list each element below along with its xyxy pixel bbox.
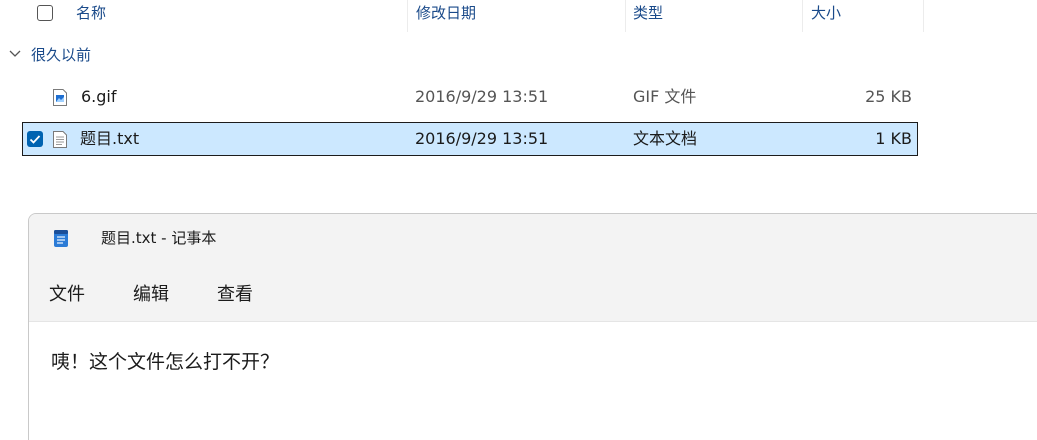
file-size: 1 KB — [875, 129, 912, 148]
file-modified-date: 2016/9/29 13:51 — [415, 87, 549, 106]
window-title: 题目.txt - 记事本 — [101, 229, 217, 247]
menu-edit[interactable]: 编辑 — [133, 276, 169, 314]
image-file-icon — [53, 89, 67, 106]
file-name: 6.gif — [81, 87, 117, 106]
file-type: GIF 文件 — [633, 87, 697, 106]
file-row[interactable]: 6.gif 2016/9/29 13:51 GIF 文件 25 KB — [22, 81, 918, 115]
file-row-selected[interactable]: 题目.txt 2016/9/29 13:51 文本文档 1 KB — [22, 122, 918, 156]
column-header-row: 名称 修改日期 类型 大小 — [0, 0, 925, 32]
column-header-type[interactable]: 类型 — [633, 0, 663, 32]
text-file-icon — [53, 131, 67, 148]
column-header-name[interactable]: 名称 — [76, 0, 106, 32]
chevron-down-icon[interactable] — [7, 46, 23, 62]
menu-view[interactable]: 查看 — [217, 276, 253, 314]
column-header-modified[interactable]: 修改日期 — [416, 0, 476, 32]
column-header-size[interactable]: 大小 — [811, 0, 841, 32]
notepad-app-icon — [54, 230, 68, 247]
menu-bar: 文件 编辑 查看 — [29, 276, 1037, 320]
row-checkbox[interactable] — [27, 131, 43, 147]
file-size: 25 KB — [865, 87, 912, 106]
column-divider[interactable] — [625, 0, 626, 32]
text-editor[interactable]: 咦！这个文件怎么打不开？ — [29, 321, 1037, 440]
menu-file[interactable]: 文件 — [49, 276, 85, 314]
column-divider[interactable] — [923, 0, 924, 32]
checkmark-icon — [29, 135, 41, 144]
column-divider[interactable] — [802, 0, 803, 32]
group-label: 很久以前 — [31, 46, 92, 64]
file-name: 题目.txt — [80, 129, 140, 148]
file-modified-date: 2016/9/29 13:51 — [415, 129, 549, 148]
editor-content: 咦！这个文件怎么打不开？ — [51, 351, 280, 373]
notepad-window: 题目.txt - 记事本 文件 编辑 查看 咦！这个文件怎么打不开？ — [28, 213, 1037, 440]
file-explorer: 名称 修改日期 类型 大小 很久以前 6.gif 2016/9/29 13:51… — [0, 0, 1037, 205]
column-divider[interactable] — [407, 0, 408, 32]
file-type: 文本文档 — [633, 129, 698, 148]
select-all-checkbox[interactable] — [37, 5, 53, 21]
title-bar[interactable]: 题目.txt - 记事本 — [29, 214, 1037, 266]
